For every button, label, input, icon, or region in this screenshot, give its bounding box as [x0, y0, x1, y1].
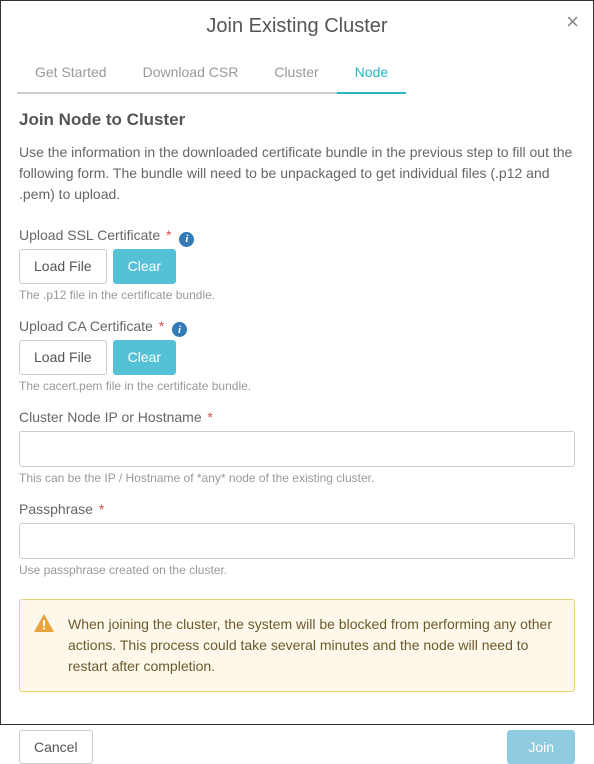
modal-title: Join Existing Cluster [21, 15, 573, 38]
section-title: Join Node to Cluster [19, 110, 575, 130]
required-marker: * [159, 318, 164, 334]
footer: Cancel Join [1, 730, 593, 764]
tab-get-started[interactable]: Get Started [17, 54, 125, 94]
ssl-clear-button[interactable]: Clear [113, 249, 176, 284]
ca-hint: The cacert.pem file in the certificate b… [19, 379, 575, 393]
cancel-button[interactable]: Cancel [19, 730, 93, 764]
ssl-hint: The .p12 file in the certificate bundle. [19, 288, 575, 302]
hostname-group: Cluster Node IP or Hostname * This can b… [19, 409, 575, 485]
required-marker: * [99, 501, 104, 517]
required-marker: * [166, 227, 171, 243]
passphrase-hint: Use passphrase created on the cluster. [19, 563, 575, 577]
section-description: Use the information in the downloaded ce… [19, 142, 575, 205]
tab-download-csr[interactable]: Download CSR [125, 54, 257, 94]
tab-cluster[interactable]: Cluster [256, 54, 336, 94]
passphrase-input[interactable] [19, 523, 575, 559]
tabs: Get Started Download CSR Cluster Node [1, 54, 593, 94]
modal-header: Join Existing Cluster × [1, 1, 593, 48]
ssl-label: Upload SSL Certificate [19, 227, 160, 243]
ca-label: Upload CA Certificate [19, 318, 153, 334]
hostname-input[interactable] [19, 431, 575, 467]
close-icon[interactable]: × [566, 11, 579, 33]
warning-text: When joining the cluster, the system wil… [68, 616, 552, 674]
ca-clear-button[interactable]: Clear [113, 340, 176, 375]
info-icon[interactable]: i [179, 232, 194, 247]
ca-load-file-button[interactable]: Load File [19, 340, 107, 375]
passphrase-label: Passphrase [19, 501, 93, 517]
warning-icon [34, 614, 54, 632]
hostname-hint: This can be the IP / Hostname of *any* n… [19, 471, 575, 485]
join-button[interactable]: Join [507, 730, 575, 764]
warning-alert: When joining the cluster, the system wil… [19, 599, 575, 692]
info-icon[interactable]: i [172, 322, 187, 337]
ssl-load-file-button[interactable]: Load File [19, 249, 107, 284]
hostname-label: Cluster Node IP or Hostname [19, 409, 202, 425]
tab-node[interactable]: Node [337, 54, 406, 94]
required-marker: * [208, 409, 213, 425]
passphrase-group: Passphrase * Use passphrase created on t… [19, 501, 575, 577]
ssl-group: Upload SSL Certificate * i Load File Cle… [19, 227, 575, 302]
content: Join Node to Cluster Use the information… [1, 94, 593, 708]
ca-group: Upload CA Certificate * i Load File Clea… [19, 318, 575, 393]
